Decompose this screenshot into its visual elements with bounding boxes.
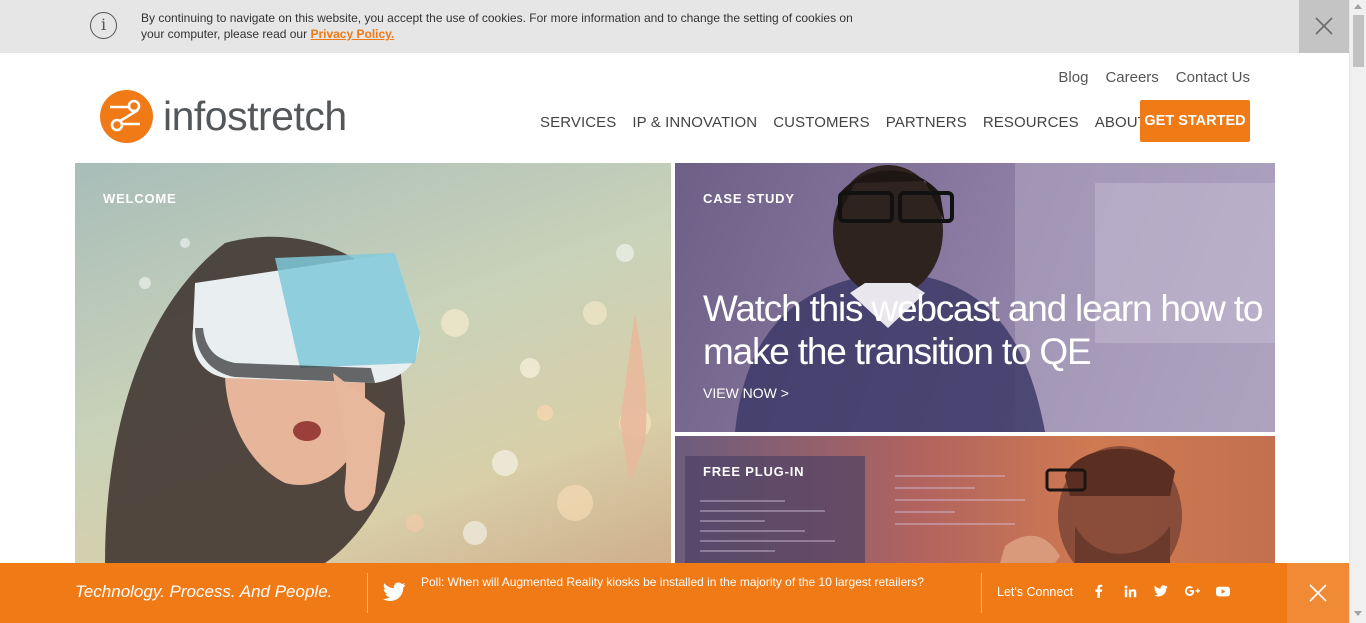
nav-services[interactable]: SERVICES [540, 114, 616, 131]
case-study-headline[interactable]: Watch this webcast and learn how to make… [703, 287, 1263, 373]
facebook-icon[interactable] [1091, 583, 1107, 599]
nav-ip-innovation[interactable]: IP & INNOVATION [632, 114, 757, 131]
welcome-label: WELCOME [103, 191, 177, 206]
nav-partners[interactable]: PARTNERS [886, 114, 967, 131]
utility-nav: Blog Careers Contact Us [1058, 69, 1250, 86]
developer-at-screen-photo [685, 446, 1182, 563]
vertical-scrollbar[interactable] [1349, 0, 1366, 623]
nav-resources[interactable]: RESOURCES [983, 114, 1079, 131]
main-nav: SERVICES IP & INNOVATION CUSTOMERS PARTN… [540, 113, 1184, 131]
free-plugin-tile[interactable]: FREE PLUG-IN [675, 436, 1275, 563]
scroll-down-arrow-icon[interactable] [1354, 611, 1362, 616]
close-icon [1315, 17, 1333, 35]
nav-blog[interactable]: Blog [1058, 69, 1088, 86]
nav-careers[interactable]: Careers [1105, 69, 1158, 86]
lets-connect-label: Let's Connect [997, 585, 1074, 599]
free-plugin-label: FREE PLUG-IN [703, 464, 805, 479]
bottom-bar-close-button[interactable] [1287, 563, 1349, 623]
scroll-up-arrow-icon[interactable] [1354, 4, 1362, 9]
cookie-close-button[interactable] [1299, 0, 1349, 53]
divider [981, 573, 982, 613]
welcome-tile[interactable]: WELCOME [75, 163, 671, 563]
view-now-link[interactable]: VIEW NOW > [703, 385, 789, 401]
case-study-label: CASE STUDY [703, 191, 795, 206]
privacy-policy-link[interactable]: Privacy Policy. [310, 27, 394, 41]
divider [367, 573, 368, 613]
page: i By continuing to navigate on this webs… [0, 0, 1366, 623]
tagline: Technology. Process. And People. [75, 582, 333, 601]
poll-link[interactable]: Poll: When will Augmented Reality kiosks… [421, 575, 961, 589]
linkedin-icon[interactable] [1122, 583, 1138, 599]
youtube-icon[interactable] [1215, 583, 1231, 599]
info-icon: i [90, 12, 117, 39]
google-plus-icon[interactable] [1184, 583, 1200, 599]
logo-text: infostretch [163, 93, 347, 139]
scroll-thumb[interactable] [1353, 15, 1364, 67]
nav-customers[interactable]: CUSTOMERS [773, 114, 869, 131]
nav-contact-us[interactable]: Contact Us [1176, 69, 1250, 86]
cookie-banner: i By continuing to navigate on this webs… [0, 0, 1349, 53]
vr-headset-photo [105, 236, 651, 563]
twitter-icon[interactable] [383, 582, 406, 602]
cookie-message: By continuing to navigate on this websit… [141, 10, 861, 42]
logo-mark-icon [100, 90, 153, 143]
close-icon [1309, 584, 1327, 602]
bottom-bar: Technology. Process. And People. Poll: W… [0, 563, 1349, 623]
case-study-tile[interactable]: CASE STUDY Watch this webcast and learn … [675, 163, 1275, 432]
cookie-message-text: By continuing to navigate on this websit… [141, 11, 853, 41]
twitter-icon[interactable] [1153, 583, 1169, 599]
infostretch-logo[interactable]: infostretch [100, 90, 347, 143]
get-started-button[interactable]: GET STARTED [1140, 100, 1250, 142]
